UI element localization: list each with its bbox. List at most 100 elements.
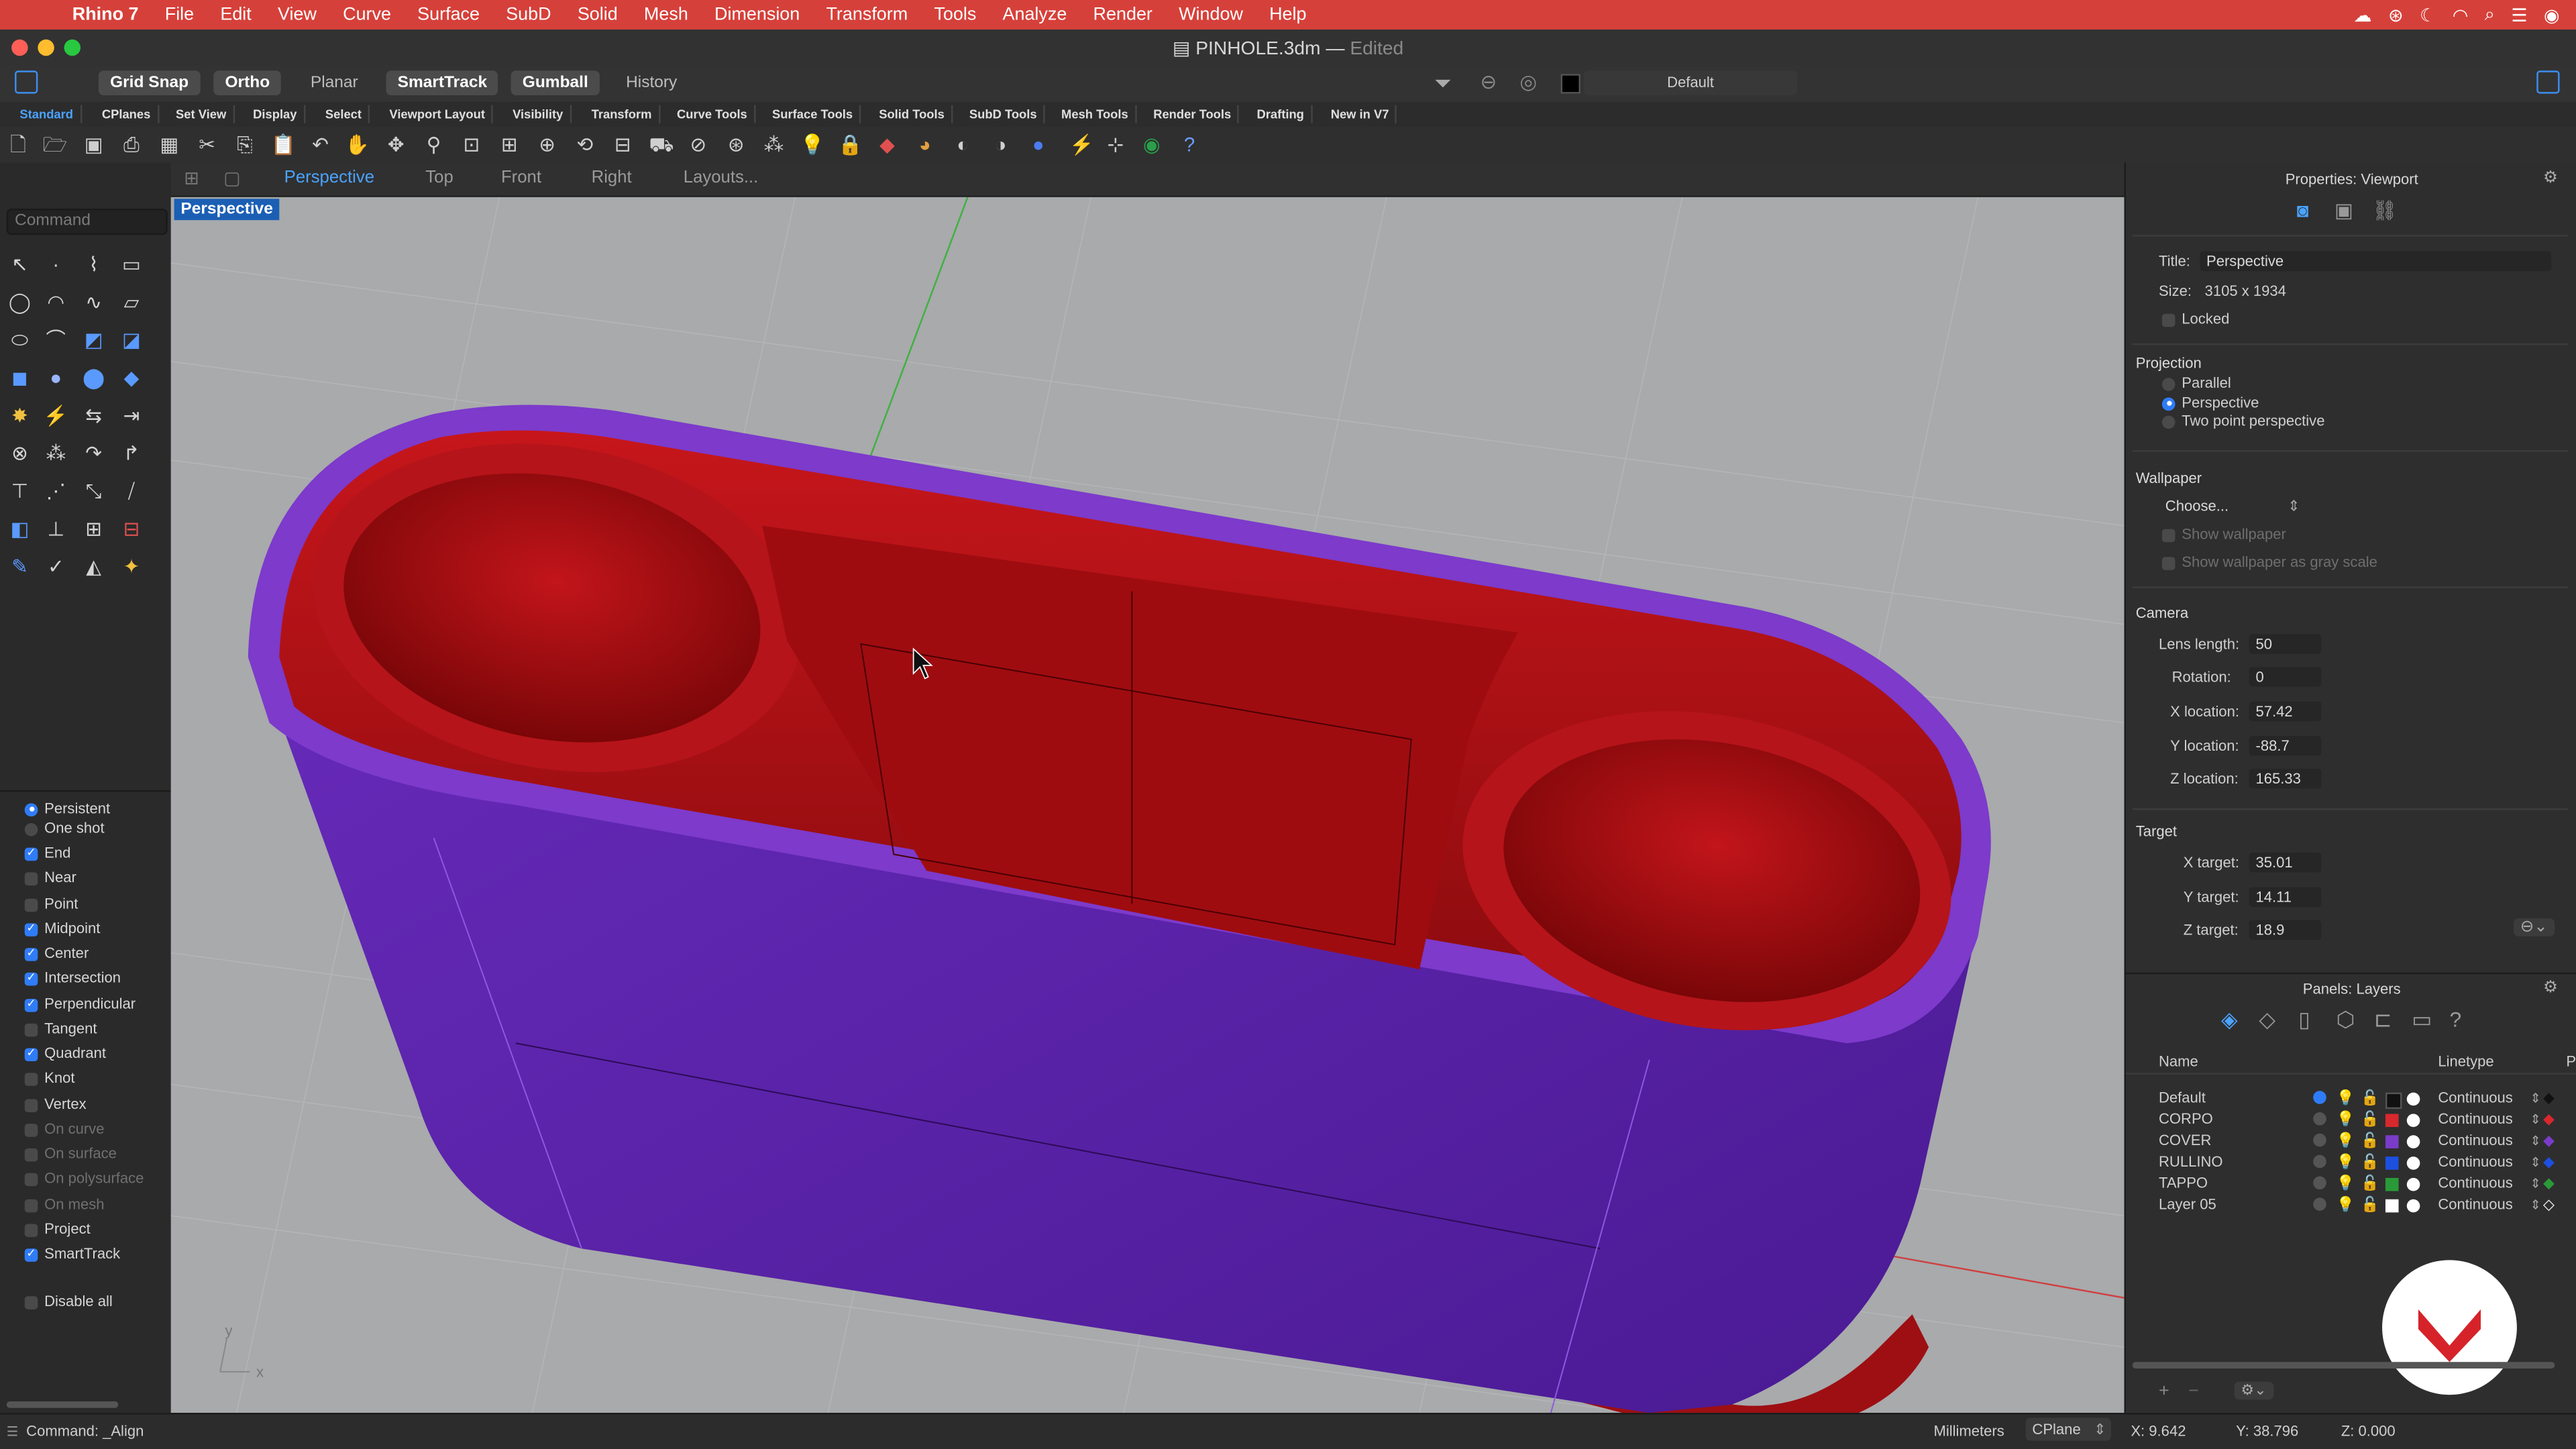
- layer-color-swatch[interactable]: [1560, 74, 1580, 94]
- menu-dimension[interactable]: Dimension: [701, 5, 812, 24]
- lock-icon[interactable]: 🔓: [2361, 1087, 2379, 1109]
- tab-subd-tools[interactable]: SubD Tools: [963, 105, 1045, 123]
- move-tool[interactable]: ⊤: [7, 478, 33, 504]
- polygon-tool[interactable]: ▱: [118, 289, 144, 315]
- filter-icon[interactable]: ⏷: [1434, 70, 1451, 97]
- loft-tool[interactable]: ◪: [118, 327, 144, 353]
- arc-tool[interactable]: ◠: [43, 289, 69, 315]
- osnap-tangent[interactable]: Tangent: [24, 1018, 97, 1040]
- y-target-field[interactable]: 14.11: [2249, 887, 2322, 907]
- target-options-icon[interactable]: ⊖⌄: [2513, 918, 2555, 936]
- osnap-on-polysurface[interactable]: On polysurface: [24, 1168, 144, 1189]
- osnap-midpoint[interactable]: Midpoint: [24, 918, 100, 940]
- siri-icon[interactable]: ◉: [2544, 4, 2560, 25]
- layer-material-swatch[interactable]: [2406, 1177, 2420, 1191]
- current-layer-indicator[interactable]: [2313, 1091, 2326, 1104]
- lock-icon[interactable]: 🔓: [2361, 1194, 2379, 1216]
- print-color-icon[interactable]: ◆: [2543, 1130, 2555, 1152]
- y-location-field[interactable]: -88.7: [2249, 736, 2322, 756]
- visibility-bulb-icon[interactable]: 💡: [2336, 1087, 2354, 1109]
- menu-render[interactable]: Render: [1080, 5, 1166, 24]
- layer-linetype[interactable]: Continuous: [2438, 1152, 2513, 1173]
- surface-tool[interactable]: ◩: [80, 327, 107, 353]
- command-input[interactable]: Command: [6, 209, 168, 235]
- menu-solid[interactable]: Solid: [564, 5, 631, 24]
- rotate-view-icon[interactable]: ✥: [384, 133, 407, 156]
- remove-layer-icon[interactable]: −: [2188, 1382, 2199, 1401]
- gray-scale-checkbox[interactable]: Show wallpaper as gray scale: [2161, 553, 2377, 570]
- gumball-toggle[interactable]: Gumball: [511, 70, 600, 96]
- smarttrack-toggle[interactable]: SmartTrack: [386, 70, 499, 96]
- osnap-disable-all[interactable]: Disable all: [24, 1291, 113, 1313]
- checkbox[interactable]: [24, 1295, 38, 1309]
- properties-options-gear-icon[interactable]: ⚙: [2543, 169, 2558, 187]
- one-shot-radio[interactable]: [24, 822, 38, 836]
- x-target-field[interactable]: 35.01: [2249, 853, 2322, 873]
- osnap-on-mesh[interactable]: On mesh: [24, 1194, 105, 1216]
- tab-solid-tools[interactable]: Solid Tools: [872, 105, 953, 123]
- tab-standard[interactable]: Standard: [13, 105, 82, 123]
- checkbox[interactable]: [2161, 313, 2176, 327]
- chevron-updown-icon[interactable]: ⇕: [2530, 1109, 2540, 1130]
- save-icon[interactable]: ▣: [82, 133, 105, 156]
- sync-icon[interactable]: ⊛: [2388, 4, 2404, 25]
- x-location-field[interactable]: 57.42: [2249, 701, 2322, 722]
- globe-icon[interactable]: ◉: [1140, 133, 1163, 156]
- tab-display[interactable]: Display: [246, 105, 305, 123]
- layer-linetype[interactable]: Continuous: [2438, 1087, 2513, 1109]
- osnap-quadrant[interactable]: Quadrant: [24, 1043, 106, 1065]
- scale-tool[interactable]: ⤡: [80, 478, 107, 504]
- visibility-bulb-icon[interactable]: 💡: [2336, 1130, 2354, 1152]
- layer-linetype[interactable]: Continuous: [2438, 1130, 2513, 1152]
- checkbox[interactable]: [24, 1022, 38, 1036]
- osnap-vertex[interactable]: Vertex: [24, 1094, 87, 1116]
- chevron-updown-icon[interactable]: ⇕: [2530, 1130, 2540, 1152]
- help-tab-icon[interactable]: ?: [2449, 1007, 2461, 1032]
- checkbox[interactable]: [24, 1047, 38, 1061]
- command-history-icon[interactable]: ☰: [7, 1424, 19, 1439]
- tab-right-view[interactable]: Right: [592, 168, 632, 187]
- tab-new-in-v7[interactable]: New in V7: [1324, 105, 1397, 123]
- array-tool[interactable]: ⋰: [43, 478, 69, 504]
- locked-checkbox[interactable]: Locked: [2161, 311, 2229, 327]
- menu-mesh[interactable]: Mesh: [631, 5, 701, 24]
- current-layer-indicator[interactable]: [2313, 1197, 2326, 1211]
- box-tool[interactable]: ◼: [7, 365, 33, 391]
- shaded-mode-icon[interactable]: ◐: [951, 133, 974, 156]
- notes-tab-icon[interactable]: ▯: [2298, 1007, 2310, 1033]
- add-layer-icon[interactable]: +: [2159, 1382, 2169, 1401]
- layer-linetype[interactable]: Continuous: [2438, 1173, 2513, 1195]
- apple-icon[interactable]: [23, 3, 46, 26]
- layers-scrollbar[interactable]: [2132, 1362, 2555, 1369]
- zoom-selected-icon[interactable]: ⊕: [535, 133, 558, 156]
- panel-scrollbar[interactable]: [6, 1401, 119, 1408]
- persistent-radio[interactable]: [24, 802, 38, 816]
- layer-material-swatch[interactable]: [2406, 1199, 2420, 1213]
- two-point-radio[interactable]: Two point perspective: [2161, 413, 2324, 429]
- zoom-extents-icon[interactable]: ⊞: [498, 133, 521, 156]
- checkbox[interactable]: [24, 971, 38, 985]
- tab-viewport-layout[interactable]: Viewport Layout: [383, 105, 494, 123]
- tab-perspective-view[interactable]: Perspective: [284, 168, 374, 187]
- layer-color-swatch[interactable]: [2385, 1177, 2399, 1191]
- osnap-perpendicular[interactable]: Perpendicular: [24, 994, 136, 1016]
- text-tool[interactable]: ✎: [7, 553, 33, 580]
- viewport-label[interactable]: Perspective: [174, 199, 280, 221]
- named-views-tab-icon[interactable]: ⊏: [2374, 1007, 2392, 1033]
- tab-mesh-tools[interactable]: Mesh Tools: [1055, 105, 1136, 123]
- lock-icon[interactable]: 🔒: [838, 133, 863, 156]
- z-location-field[interactable]: 165.33: [2249, 769, 2322, 789]
- parallel-radio[interactable]: Parallel: [2161, 374, 2231, 391]
- checkbox[interactable]: [24, 1098, 38, 1112]
- viewport-camera-icon[interactable]: ◙: [2297, 199, 2309, 221]
- light-bulb-icon[interactable]: 💡: [800, 133, 825, 156]
- curve-tool[interactable]: ∿: [80, 289, 107, 315]
- layer-row[interactable]: TAPPO 💡 🔓 Continuous ⇕ ◆: [2126, 1173, 2576, 1195]
- print-color-icon[interactable]: ◆: [2543, 1109, 2555, 1130]
- four-view-icon[interactable]: ⊟: [611, 133, 634, 156]
- layer-material-swatch[interactable]: [2406, 1135, 2420, 1148]
- layer-linetype[interactable]: Continuous: [2438, 1109, 2513, 1130]
- radio[interactable]: [2161, 415, 2176, 429]
- materials-tab-icon[interactable]: ◇: [2259, 1007, 2275, 1033]
- undo-view-icon[interactable]: ⟲: [574, 133, 596, 156]
